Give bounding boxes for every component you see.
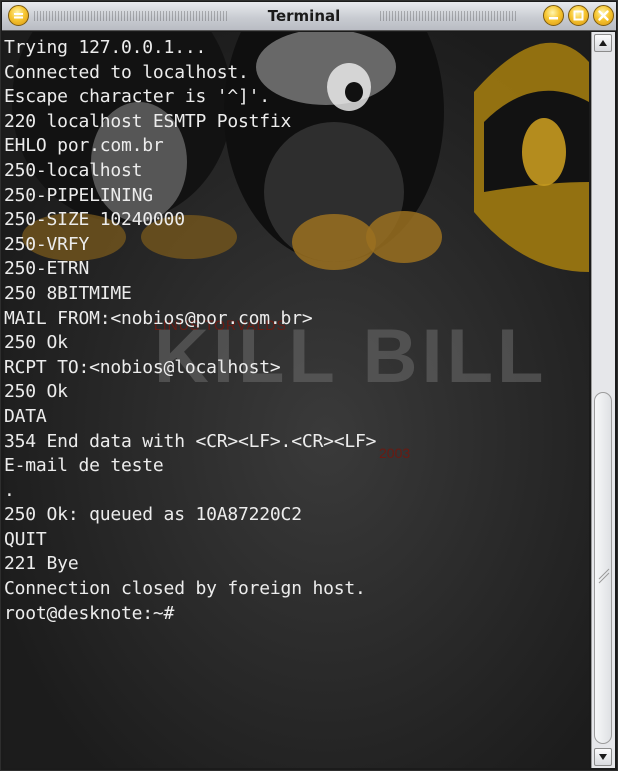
terminal-line: QUIT: [4, 528, 47, 550]
terminal-line: MAIL FROM:<nobios@por.com.br>: [4, 307, 313, 329]
terminal-line: 250 8BITMIME: [4, 282, 132, 304]
terminal-lines: Trying 127.0.0.1... Connected to localho…: [4, 36, 376, 626]
svg-text:2003: 2003: [379, 445, 410, 461]
terminal-line: RCPT TO:<nobios@localhost>: [4, 356, 281, 378]
title-bar-grip-right: [380, 11, 518, 21]
terminal-window: Terminal LINUS TORVALDS KILL BILL 2003 T…: [0, 0, 618, 771]
terminal-line: 250 Ok: [4, 332, 68, 354]
vertical-scrollbar[interactable]: [591, 32, 615, 768]
terminal-line: 354 End data with <CR><LF>.<CR><LF>: [4, 430, 377, 452]
scroll-down-button[interactable]: [594, 748, 612, 766]
terminal-line: DATA: [4, 405, 47, 427]
menu-icon: [9, 6, 28, 25]
minimize-button[interactable]: [543, 5, 564, 26]
terminal-line: 250-ETRN: [4, 258, 90, 280]
terminal-line: Connection closed by foreign host.: [4, 578, 366, 600]
terminal-line: 221 Bye: [4, 553, 79, 575]
scrollbar-thumb[interactable]: [594, 392, 612, 744]
terminal-line: 250-localhost: [4, 159, 143, 181]
terminal-line: Trying 127.0.0.1...: [4, 37, 207, 58]
minimize-icon: [544, 6, 563, 25]
terminal-line: 220 localhost ESMTP Postfix: [4, 110, 292, 132]
terminal-line: 250 Ok: [4, 381, 68, 403]
terminal-line: 250-PIPELINING: [4, 184, 153, 206]
terminal-line: 250-VRFY: [4, 233, 90, 255]
terminal-line: EHLO por.com.br: [4, 135, 164, 157]
grip-icon: [598, 568, 610, 584]
terminal-line: Connected to localhost.: [4, 61, 249, 83]
terminal-line: Escape character is '^]'.: [4, 86, 270, 108]
terminal-output-area[interactable]: LINUS TORVALDS KILL BILL 2003 Trying 127…: [4, 32, 589, 768]
window-title: Terminal: [267, 7, 341, 25]
scroll-up-button[interactable]: [594, 34, 612, 52]
arrow-up-icon: [599, 40, 607, 46]
title-bar[interactable]: Terminal: [2, 2, 616, 31]
terminal-line: 250-SIZE 10240000: [4, 209, 185, 231]
close-button[interactable]: [593, 5, 614, 26]
close-icon: [594, 6, 613, 25]
terminal-line: 250 Ok: queued as 10A87220C2: [4, 504, 302, 526]
terminal-line: E-mail de teste: [4, 455, 164, 477]
arrow-down-icon: [599, 754, 607, 760]
maximize-button[interactable]: [568, 5, 589, 26]
title-bar-grip-left: [34, 11, 228, 21]
terminal-line: .: [4, 479, 15, 501]
window-menu-button[interactable]: [8, 5, 29, 26]
maximize-icon: [569, 6, 588, 25]
shell-prompt[interactable]: root@desknote:~#: [4, 602, 376, 627]
